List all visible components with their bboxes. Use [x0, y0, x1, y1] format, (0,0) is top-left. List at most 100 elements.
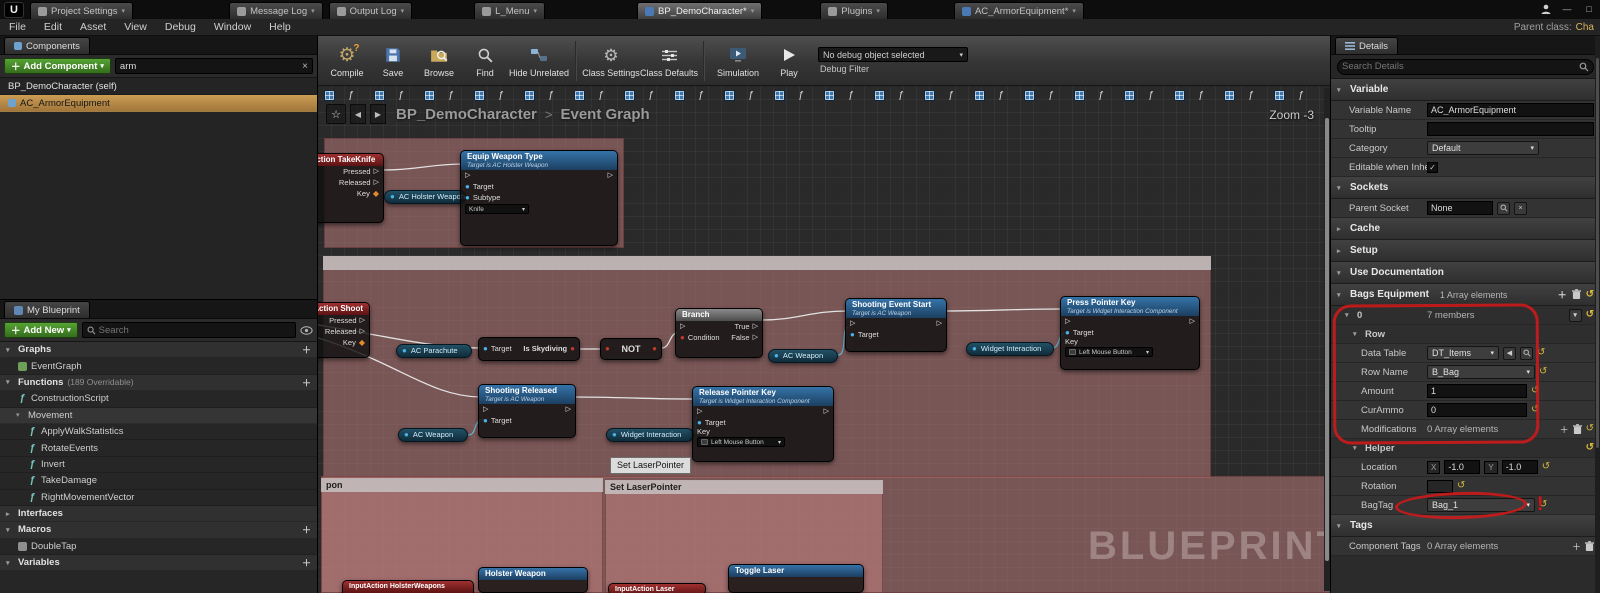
section-setup[interactable]: ▸ Setup: [1331, 240, 1600, 262]
node-inputaction-laser[interactable]: InputAction Laser: [608, 583, 706, 593]
data-pin[interactable]: ●: [465, 181, 470, 192]
data-pin[interactable]: ●: [652, 339, 657, 359]
component-item-self[interactable]: BP_DemoCharacter (self): [0, 78, 317, 95]
location-y-input[interactable]: [1501, 460, 1538, 474]
add-graph-icon[interactable]: ＋: [302, 343, 311, 356]
component-item-ac-armorequipment[interactable]: AC_ArmorEquipment: [0, 95, 317, 112]
clear-search-icon[interactable]: ×: [302, 61, 308, 72]
add-macro-icon[interactable]: ＋: [302, 523, 311, 536]
variables-section-header[interactable]: ▾ Variables ＋: [0, 555, 317, 572]
editable-checkbox[interactable]: ✓: [1427, 161, 1438, 173]
delete-icon[interactable]: [1585, 540, 1594, 552]
window-tab-ac-armorequipment[interactable]: AC_ArmorEquipment* ▾: [953, 2, 1084, 19]
tab-details[interactable]: Details: [1335, 37, 1399, 54]
details-search-input[interactable]: [1342, 61, 1576, 72]
variable-name-input[interactable]: [1427, 103, 1594, 117]
add-component-button[interactable]: ＋ Add Component ▾: [4, 58, 111, 74]
components-search-input[interactable]: [119, 60, 300, 72]
details-scrollbar[interactable]: [1595, 36, 1600, 593]
save-button[interactable]: Save: [370, 38, 416, 84]
node-inputaction-takeknife[interactable]: InputAction TakeKnife Pressed▷ Released▷…: [318, 153, 384, 223]
reset-to-default-icon[interactable]: ↺: [1531, 386, 1539, 396]
row-struct-helper[interactable]: ▾ Helper ↺: [1331, 439, 1600, 458]
scrollbar-thumb[interactable]: [1596, 58, 1599, 449]
node-shooting-released[interactable]: Shooting Released Target is AC Weapon ▷ ▷ …: [478, 384, 576, 438]
section-bags-equipment[interactable]: ▾ Bags Equipment 1 Array elements ＋ ↺: [1331, 284, 1600, 306]
node-holster-weapon[interactable]: Holster Weapon: [478, 567, 588, 593]
menu-asset[interactable]: Asset: [71, 21, 115, 33]
data-table-dropdown[interactable]: DT_Items ▾: [1427, 346, 1499, 360]
reset-to-default-icon[interactable]: ↺: [1531, 405, 1539, 415]
variable-node-ac-holster-weapon[interactable]: ● AC Holster Weapon: [384, 190, 466, 204]
category-movement[interactable]: ▾ Movement: [0, 407, 317, 424]
reset-to-default-icon[interactable]: ↺: [1586, 289, 1594, 300]
delete-icon[interactable]: [1572, 423, 1582, 435]
function-item-constructionscript[interactable]: ƒ ConstructionScript: [0, 391, 317, 408]
play-button[interactable]: Play: [766, 38, 812, 84]
macro-item-doubletap[interactable]: DoubleTap: [0, 539, 317, 556]
menu-help[interactable]: Help: [260, 21, 300, 33]
graphs-section-header[interactable]: ▾ Graphs ＋: [0, 342, 317, 359]
add-element-icon[interactable]: ＋: [1560, 423, 1569, 436]
key-dropdown[interactable]: Left Mouse Button ▾: [1065, 347, 1153, 357]
window-tab-bp-democharacter[interactable]: BP_DemoCharacter* ▾: [637, 2, 763, 19]
hide-unrelated-button[interactable]: Hide Unrelated: [508, 38, 570, 84]
reset-to-default-icon[interactable]: ↺: [1537, 348, 1545, 358]
element-options-button[interactable]: ▾: [1568, 308, 1582, 322]
compile-button[interactable]: ⚙? Compile: [324, 38, 370, 84]
graph-canvas[interactable]: ƒ ƒ ƒ ƒ ƒ ƒ ƒ ƒ ƒ ƒ ƒ ƒ ƒ ƒ ƒ ƒ ƒ ƒ ƒ ƒ pon Set LaserPoint…: [318, 86, 1330, 593]
add-element-icon[interactable]: ＋: [1558, 288, 1567, 301]
exec-pin[interactable]: ▷: [697, 406, 702, 417]
section-use-documentation[interactable]: ▾ Use Documentation: [1331, 262, 1600, 284]
section-variable[interactable]: ▾ Variable: [1331, 79, 1600, 101]
exec-pin[interactable]: ▷: [753, 332, 758, 343]
window-tab-plugins[interactable]: Plugins ▾: [820, 2, 888, 19]
eye-filter-icon[interactable]: [300, 325, 313, 335]
node-press-pointer-key[interactable]: Press Pointer Key Target is Widget Intera…: [1060, 296, 1200, 370]
minimize-button[interactable]: —: [1560, 4, 1574, 14]
exec-pin[interactable]: ▷: [360, 326, 365, 337]
add-variable-icon[interactable]: ＋: [302, 556, 311, 569]
amount-input[interactable]: [1427, 384, 1527, 398]
section-sockets[interactable]: ▾ Sockets: [1331, 177, 1600, 199]
exec-pin[interactable]: ▷: [374, 177, 379, 188]
debug-object-dropdown[interactable]: No debug object selected ▾: [818, 47, 969, 62]
use-selected-asset-button[interactable]: ◀: [1503, 346, 1516, 360]
simulation-button[interactable]: Simulation: [710, 38, 766, 84]
add-function-icon[interactable]: ＋: [302, 376, 311, 389]
window-tab-message-log[interactable]: Message Log ▾: [229, 2, 323, 19]
row-struct-row[interactable]: ▾ Row: [1331, 325, 1600, 344]
exec-pin[interactable]: ▷: [937, 318, 942, 329]
menu-debug[interactable]: Debug: [156, 21, 205, 33]
graph-scrollbar[interactable]: [1324, 88, 1330, 591]
exec-pin[interactable]: ▷: [824, 406, 829, 417]
node-not[interactable]: ● NOT ●: [600, 338, 662, 360]
maximize-button[interactable]: □: [1582, 4, 1596, 14]
exec-pin[interactable]: ▷: [753, 321, 758, 332]
exec-pin[interactable]: ▷: [850, 318, 855, 329]
variable-node-widget-interaction[interactable]: ● Widget Interaction: [606, 428, 694, 442]
exec-pin[interactable]: ▷: [483, 404, 488, 415]
class-settings-button[interactable]: ⚙ Class Settings: [582, 38, 640, 84]
breadcrumb-leaf[interactable]: Event Graph: [560, 106, 649, 123]
row-name-dropdown[interactable]: B_Bag ▾: [1427, 365, 1535, 379]
function-item[interactable]: ƒ ApplyWalkStatistics: [0, 424, 317, 441]
rotation-value-box[interactable]: [1427, 479, 1453, 493]
section-cache[interactable]: ▸ Cache: [1331, 218, 1600, 240]
exec-pin[interactable]: ▷: [374, 166, 379, 177]
data-pin[interactable]: ●: [605, 339, 610, 359]
debug-filter-label[interactable]: Debug Filter: [818, 64, 968, 74]
menu-view[interactable]: View: [115, 21, 156, 33]
row-array-element-0[interactable]: ▾ 0 7 members ▾ ↺: [1331, 306, 1600, 325]
exec-pin[interactable]: ▷: [680, 321, 685, 332]
parent-class-value[interactable]: Cha: [1576, 22, 1594, 33]
variable-node-ac-parachute[interactable]: ● AC Parachute: [396, 344, 472, 358]
comment-title[interactable]: Set LaserPointer: [605, 480, 883, 494]
tooltip-input[interactable]: [1427, 122, 1594, 136]
node-shooting-event-start[interactable]: Shooting Event Start Target is AC Weapon …: [845, 298, 947, 352]
graph-item-eventgraph[interactable]: EventGraph: [0, 358, 317, 375]
socket-clear-button[interactable]: ×: [1514, 201, 1527, 215]
curammo-input[interactable]: [1427, 403, 1527, 417]
browse-asset-button[interactable]: [1520, 346, 1533, 360]
reset-to-default-icon[interactable]: ↺: [1586, 424, 1594, 434]
